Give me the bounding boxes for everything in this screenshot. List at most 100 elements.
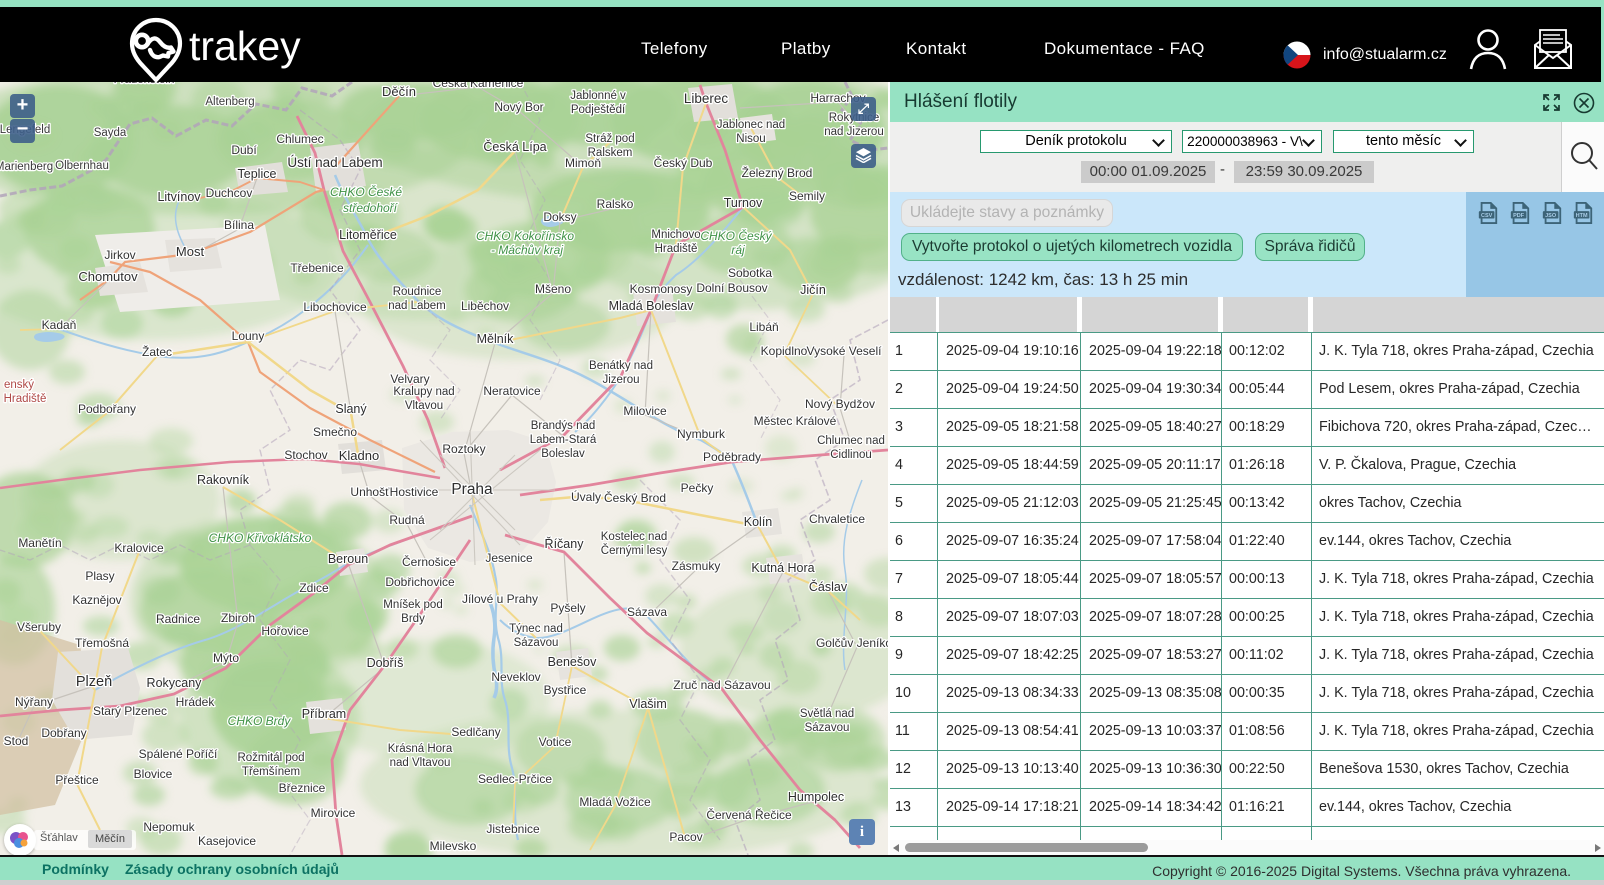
svg-text:Jizerou: Jizerou bbox=[602, 374, 639, 386]
svg-text:Neveklov: Neveklov bbox=[491, 670, 540, 684]
svg-text:Labem-Stará: Labem-Stará bbox=[530, 434, 597, 446]
svg-text:Chvaletice: Chvaletice bbox=[809, 512, 865, 526]
svg-text:nad Vltavou: nad Vltavou bbox=[390, 757, 451, 769]
svg-text:Krásná Hora: Krásná Hora bbox=[388, 743, 453, 755]
svg-text:Městec Králové: Městec Králové bbox=[754, 414, 837, 428]
svg-text:Rožmitál pod: Rožmitál pod bbox=[237, 752, 304, 764]
svg-text:Stod: Stod bbox=[4, 734, 29, 748]
svg-text:Brdy: Brdy bbox=[401, 613, 425, 625]
svg-text:Frauenstein: Frauenstein bbox=[114, 82, 175, 86]
svg-text:Chlumec nad: Chlumec nad bbox=[817, 435, 885, 447]
svg-text:Sayda: Sayda bbox=[94, 127, 127, 139]
svg-text:Žatec: Žatec bbox=[142, 344, 172, 359]
svg-text:Černými lesy: Černými lesy bbox=[601, 544, 668, 557]
svg-text:enský: enský bbox=[4, 379, 34, 391]
svg-text:Manětín: Manětín bbox=[18, 536, 61, 550]
svg-text:Liberec: Liberec bbox=[684, 91, 729, 106]
svg-text:nad Jizerou: nad Jizerou bbox=[824, 126, 883, 138]
svg-text:Sázavou: Sázavou bbox=[805, 722, 850, 734]
svg-text:Zbiroh: Zbiroh bbox=[221, 611, 255, 625]
svg-text:Most: Most bbox=[176, 244, 205, 259]
svg-text:Stochov: Stochov bbox=[284, 448, 327, 462]
svg-text:Humpolec: Humpolec bbox=[788, 790, 844, 804]
svg-text:Nisou: Nisou bbox=[736, 133, 765, 145]
svg-text:Pečky: Pečky bbox=[681, 481, 714, 495]
svg-text:Altenberg: Altenberg bbox=[205, 96, 254, 108]
svg-text:Zruč nad Sázavou: Zruč nad Sázavou bbox=[673, 678, 770, 692]
svg-text:Jablonec nad: Jablonec nad bbox=[717, 119, 785, 131]
svg-text:Dobřany: Dobřany bbox=[41, 726, 86, 740]
svg-text:Olbernhau: Olbernhau bbox=[55, 160, 109, 172]
svg-text:Unhošť: Unhošť bbox=[350, 485, 390, 499]
svg-text:Bystřice: Bystřice bbox=[544, 683, 587, 697]
svg-text:Smečno: Smečno bbox=[313, 425, 357, 439]
svg-text:Kadaň: Kadaň bbox=[42, 318, 77, 332]
svg-text:Vlašim: Vlašim bbox=[629, 697, 667, 711]
svg-text:Jablonné v: Jablonné v bbox=[570, 90, 626, 102]
svg-text:Brandýs nad: Brandýs nad bbox=[531, 420, 596, 432]
svg-text:Týnec nad: Týnec nad bbox=[509, 623, 563, 635]
svg-text:Kladno: Kladno bbox=[339, 448, 379, 463]
svg-text:Sobotka: Sobotka bbox=[728, 266, 772, 280]
svg-text:Světlá nad: Světlá nad bbox=[800, 708, 854, 720]
svg-text:Semily: Semily bbox=[789, 189, 825, 203]
svg-text:Liběchov: Liběchov bbox=[461, 299, 509, 313]
svg-text:Sázavou: Sázavou bbox=[514, 637, 559, 649]
svg-text:Rakovník: Rakovník bbox=[197, 473, 250, 487]
svg-text:PDF: PDF bbox=[1513, 213, 1525, 219]
svg-text:Česká Lípa: Česká Lípa bbox=[483, 139, 546, 154]
svg-text:JSO: JSO bbox=[1545, 213, 1557, 219]
svg-text:ráj: ráj bbox=[731, 243, 745, 257]
svg-text:Jičín: Jičín bbox=[800, 283, 826, 297]
svg-text:Plzeň: Plzeň bbox=[76, 674, 112, 690]
svg-text:Kolín: Kolín bbox=[744, 515, 773, 529]
svg-text:Marienberg: Marienberg bbox=[0, 161, 53, 173]
svg-text:Benátky nad: Benátky nad bbox=[589, 360, 653, 372]
svg-text:Mšeno: Mšeno bbox=[535, 282, 571, 296]
svg-text:HTM: HTM bbox=[1576, 213, 1588, 219]
svg-text:Benešov: Benešov bbox=[548, 655, 597, 669]
svg-text:Hořovice: Hořovice bbox=[261, 624, 309, 638]
svg-text:Golčův Jeníkov: Golčův Jeníkov bbox=[816, 636, 888, 650]
svg-text:Hrádek: Hrádek bbox=[176, 695, 216, 709]
svg-text:Slaný: Slaný bbox=[335, 402, 367, 416]
svg-text:Kosmonosy: Kosmonosy bbox=[630, 282, 693, 296]
svg-text:Zásmuky: Zásmuky bbox=[672, 559, 721, 573]
svg-text:CHKO Český: CHKO Český bbox=[700, 228, 772, 243]
svg-text:Příbram: Příbram bbox=[302, 707, 346, 721]
svg-text:Chomutov: Chomutov bbox=[78, 269, 138, 284]
svg-text:Boleslav: Boleslav bbox=[541, 448, 585, 460]
svg-text:CSV: CSV bbox=[1481, 213, 1493, 219]
svg-text:Dobříš: Dobříš bbox=[367, 656, 404, 670]
svg-text:Sázava: Sázava bbox=[627, 605, 667, 619]
svg-text:Nepomuk: Nepomuk bbox=[143, 820, 195, 834]
svg-text:Blovice: Blovice bbox=[134, 767, 173, 781]
svg-text:- Máchův kraj: - Máchův kraj bbox=[491, 243, 563, 257]
svg-text:Nový Bydžov: Nový Bydžov bbox=[805, 397, 875, 411]
svg-text:Kutná Hora: Kutná Hora bbox=[751, 561, 814, 575]
svg-text:Jirkov: Jirkov bbox=[104, 248, 135, 262]
svg-text:Kopidlno: Kopidlno bbox=[761, 344, 808, 358]
svg-text:Jistebnice: Jistebnice bbox=[486, 822, 540, 836]
svg-text:Bílina: Bílina bbox=[224, 218, 254, 232]
svg-text:Roztoky: Roztoky bbox=[442, 442, 485, 456]
svg-text:Kostelec nad: Kostelec nad bbox=[601, 531, 668, 543]
svg-text:Litvínov: Litvínov bbox=[157, 190, 201, 204]
svg-text:Chlumec: Chlumec bbox=[276, 132, 323, 146]
svg-text:Hradiště: Hradiště bbox=[4, 393, 47, 405]
svg-text:Červená Řečice: Červená Řečice bbox=[706, 807, 792, 822]
svg-text:Nýřany: Nýřany bbox=[15, 695, 53, 709]
svg-text:Říčany: Říčany bbox=[545, 536, 585, 551]
svg-text:Český Brod: Český Brod bbox=[604, 490, 666, 505]
svg-text:CHKO České: CHKO České bbox=[330, 184, 402, 199]
svg-text:Jesenice: Jesenice bbox=[485, 551, 533, 565]
svg-text:Dolní Bousov: Dolní Bousov bbox=[696, 281, 767, 295]
svg-text:Třemošná: Třemošná bbox=[75, 636, 129, 650]
svg-text:Plasy: Plasy bbox=[85, 569, 114, 583]
svg-text:Česká Kamenice: Česká Kamenice bbox=[433, 82, 524, 90]
svg-text:Přeštice: Přeštice bbox=[55, 773, 99, 787]
svg-text:Poděbrady: Poděbrady bbox=[703, 450, 761, 464]
svg-text:Všeruby: Všeruby bbox=[17, 620, 61, 634]
svg-text:Teplice: Teplice bbox=[238, 167, 277, 181]
svg-text:CHKO Křivoklátsko: CHKO Křivoklátsko bbox=[209, 531, 312, 545]
